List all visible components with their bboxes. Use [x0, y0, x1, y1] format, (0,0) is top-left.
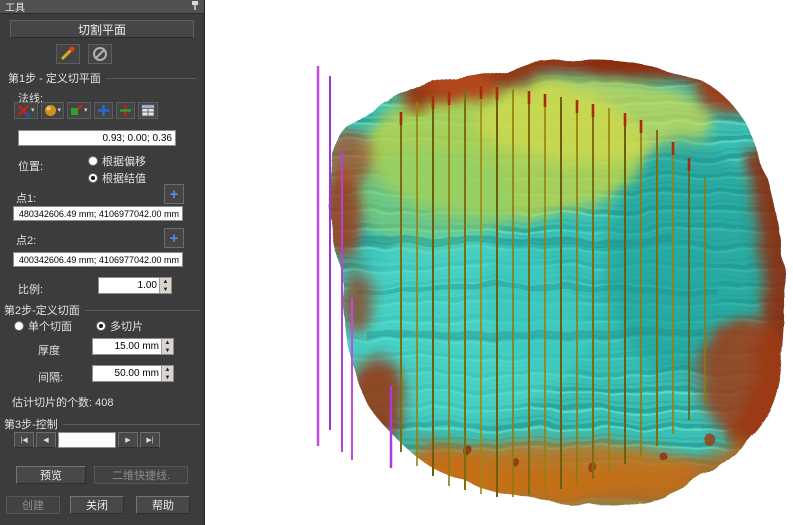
- point1-input[interactable]: [13, 206, 183, 221]
- point2-label: 点2:: [16, 232, 36, 248]
- radio-circle: [14, 321, 24, 331]
- spinner-buttons: ▲ ▼: [161, 339, 173, 354]
- normal-axis-icon[interactable]: [94, 102, 113, 119]
- normal-sphere-icon[interactable]: ▾: [41, 102, 65, 119]
- ratio-input[interactable]: [99, 278, 159, 293]
- radio-circle: [88, 173, 98, 183]
- panel-title: 工具: [5, 0, 25, 14]
- spin-up-icon[interactable]: ▲: [162, 339, 173, 347]
- thickness-label: 厚度: [38, 342, 60, 358]
- point2-input[interactable]: [13, 252, 183, 267]
- step1-group-title: 第1步 - 定义切平面: [8, 70, 196, 86]
- radio-circle: [96, 321, 106, 331]
- spin-up-icon[interactable]: ▲: [160, 278, 171, 286]
- first-slice-button[interactable]: |◀: [14, 432, 34, 448]
- close-button[interactable]: 关闭: [70, 496, 124, 514]
- circle-slash-icon: [91, 46, 109, 62]
- normal-table-icon[interactable]: [138, 102, 158, 119]
- radio-by-offset[interactable]: 根据偏移: [88, 153, 146, 169]
- slice-navigator: |◀ ◀ ▶ ▶|: [14, 432, 160, 448]
- tool-panel: 工具 切割平面 第1步 -: [0, 0, 205, 525]
- panel-toolbar: [56, 44, 112, 64]
- last-slice-button[interactable]: ▶|: [140, 432, 160, 448]
- point-cloud-render: [205, 0, 793, 525]
- spinner-buttons: ▲ ▼: [159, 278, 171, 293]
- spin-up-icon[interactable]: ▲: [162, 366, 173, 374]
- ratio-label: 比例:: [18, 281, 43, 297]
- spin-down-icon[interactable]: ▼: [162, 347, 173, 355]
- cutting-plane-header: 切割平面: [10, 20, 194, 38]
- application-window: 工具 切割平面 第1步 -: [0, 0, 793, 525]
- interval-spinner: ▲ ▼: [92, 365, 174, 382]
- radio-multi-slice[interactable]: 多切片: [96, 318, 143, 334]
- radio-single-section[interactable]: 单个切面: [14, 318, 72, 334]
- pin-icon[interactable]: [191, 0, 199, 14]
- slice-count-estimate: 估计切片的个数: 408: [12, 394, 113, 410]
- normal-object-icon[interactable]: ▾: [67, 102, 91, 119]
- radio-by-value[interactable]: 根据结值: [88, 170, 146, 186]
- panel-titlebar[interactable]: 工具: [0, 0, 204, 14]
- previous-slice-button[interactable]: ◀: [36, 432, 56, 448]
- point1-pick-button[interactable]: +: [164, 184, 184, 204]
- position-label: 位置:: [18, 158, 43, 174]
- radio-circle: [88, 156, 98, 166]
- measure-icon[interactable]: [56, 44, 80, 64]
- spinner-buttons: ▲ ▼: [161, 366, 173, 381]
- help-button[interactable]: 帮助: [136, 496, 190, 514]
- forbid-icon[interactable]: [88, 44, 112, 64]
- interval-input[interactable]: [93, 366, 161, 381]
- preview-button[interactable]: 预览: [16, 466, 86, 484]
- polyline-button[interactable]: 二维快捷线.: [94, 466, 188, 484]
- point2-pick-button[interactable]: +: [164, 228, 184, 248]
- normal-tools: ▾ ▾ ▾: [14, 102, 158, 119]
- ratio-spinner: ▲ ▼: [98, 277, 172, 294]
- thickness-input[interactable]: [93, 339, 161, 354]
- spin-down-icon[interactable]: ▼: [162, 374, 173, 382]
- pick-cross-icon: +: [170, 231, 179, 246]
- interval-label: 间隔:: [38, 369, 63, 385]
- create-button[interactable]: 创建: [6, 496, 60, 514]
- wand-icon: [59, 46, 77, 62]
- step2-group-title: 第2步-定义切面: [4, 302, 200, 318]
- spin-down-icon[interactable]: ▼: [160, 286, 171, 294]
- slice-index-field[interactable]: [58, 432, 116, 448]
- normal-pick-icon[interactable]: ▾: [14, 102, 38, 119]
- normal-invert-icon[interactable]: [116, 102, 135, 119]
- normal-vector-input[interactable]: [18, 130, 176, 146]
- thickness-spinner: ▲ ▼: [92, 338, 174, 355]
- viewport-3d[interactable]: [205, 0, 793, 525]
- next-slice-button[interactable]: ▶: [118, 432, 138, 448]
- pick-cross-icon: +: [170, 187, 179, 202]
- point1-label: 点1:: [16, 190, 36, 206]
- step3-group-title: 第3步-控制: [4, 416, 200, 432]
- cutting-plane-title: 切割平面: [78, 21, 126, 38]
